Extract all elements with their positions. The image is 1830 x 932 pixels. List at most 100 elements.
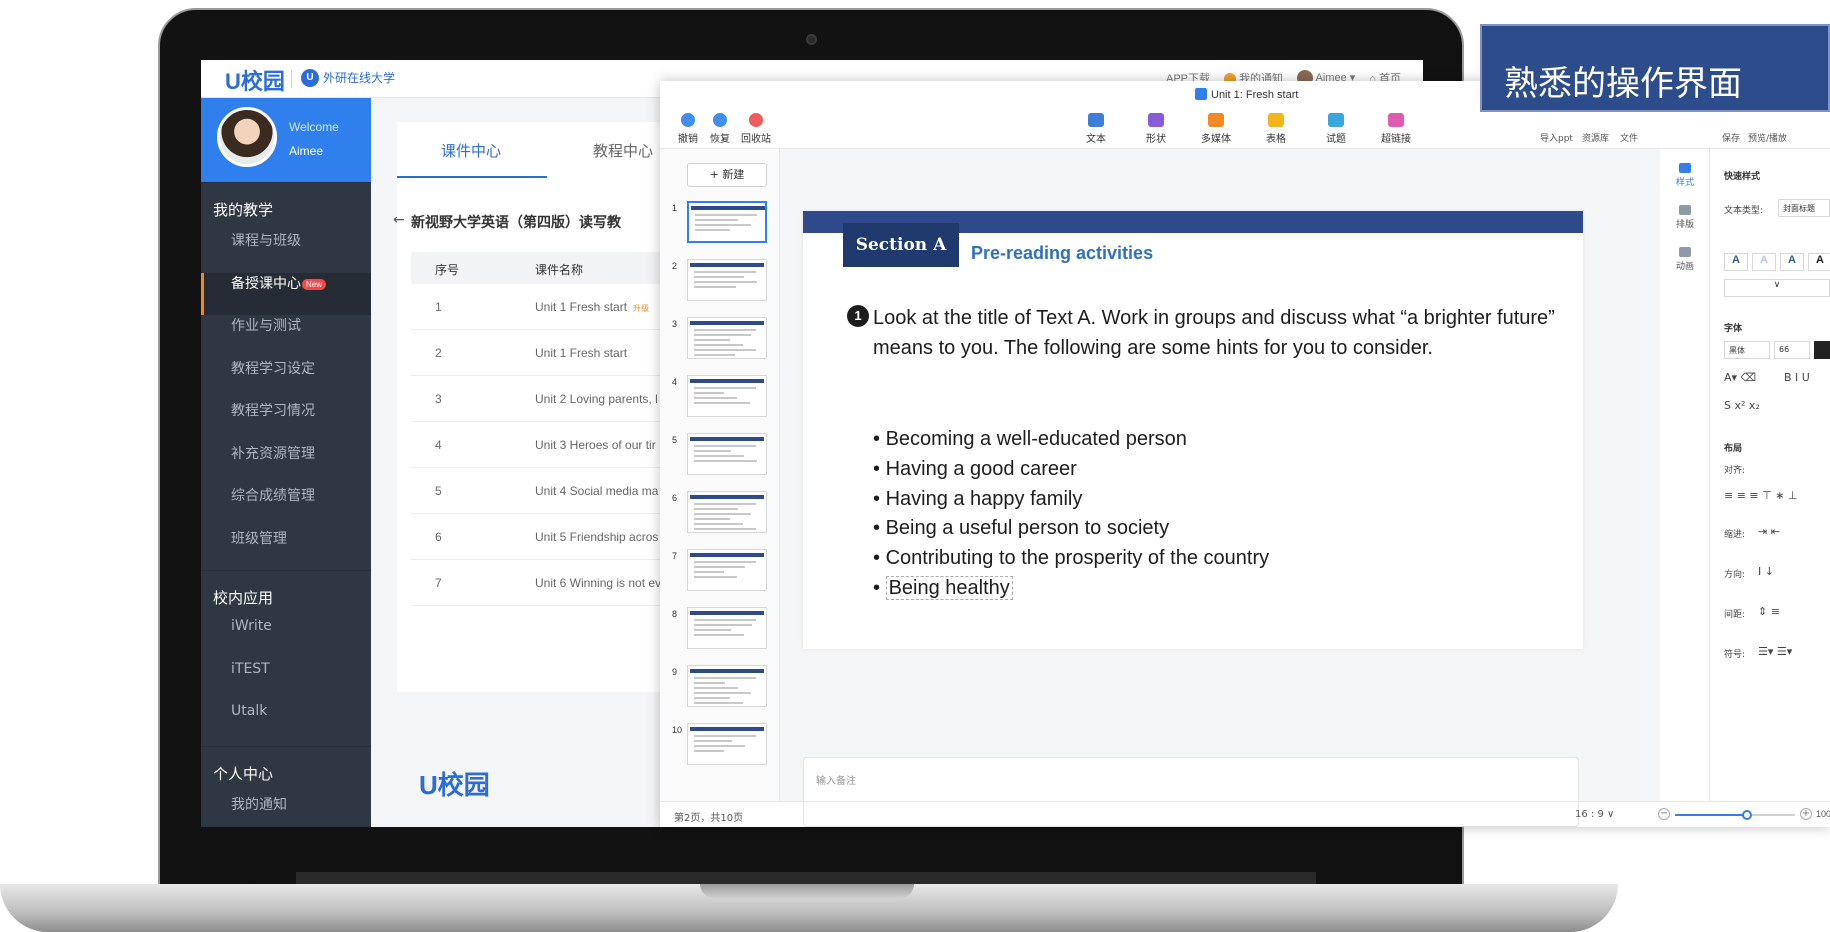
shape-icon <box>1148 113 1164 127</box>
layout-icon <box>1679 205 1691 215</box>
row-number: 7 <box>435 576 442 590</box>
font-color-swatch[interactable] <box>1814 341 1830 359</box>
resource-library-button[interactable]: 资源库 <box>1582 131 1609 144</box>
insert-hyperlink-button[interactable]: 超链接 <box>1376 113 1416 145</box>
sidebar-item-classes[interactable]: 班级管理 <box>201 528 371 571</box>
hint-list[interactable]: Becoming a well-educated person Having a… <box>873 425 1269 604</box>
profile-avatar[interactable] <box>217 107 277 167</box>
sidebar-item-lesson-prep[interactable]: 备授课中心 New <box>201 272 371 315</box>
row-courseware-name[interactable]: Unit 6 Winning is not ev <box>535 576 661 590</box>
slide-thumbnail[interactable] <box>687 607 767 649</box>
zoom-slider-handle[interactable] <box>1742 810 1752 820</box>
tab-style[interactable]: 样式 <box>1670 163 1700 188</box>
save-button[interactable]: 保存 <box>1722 131 1740 144</box>
aspect-ratio-select[interactable]: 16 : 9 ∨ <box>1575 809 1614 820</box>
row-courseware-name[interactable]: Unit 1 Fresh start <box>535 346 627 360</box>
footer-logo: U校园 <box>419 770 490 800</box>
sidebar-item-homework[interactable]: 作业与测试 <box>201 315 371 358</box>
courseware-name-text: Unit 2 Loving parents, l <box>535 392 658 406</box>
new-slide-button[interactable]: + 新建 <box>687 163 767 187</box>
recycle-bin-button[interactable]: 回收站 <box>736 113 776 145</box>
sidebar-item-grades[interactable]: 综合成绩管理 <box>201 485 371 528</box>
style-sample-2[interactable]: A <box>1752 253 1776 271</box>
slide-thumbnail[interactable] <box>687 259 767 301</box>
recycle-bin-label: 回收站 <box>741 134 771 145</box>
list-symbol-icons[interactable]: ☰▾ ☰▾ <box>1758 645 1792 658</box>
slide-thumbnail[interactable] <box>687 549 767 591</box>
slide-thumbnail[interactable] <box>687 491 767 533</box>
back-arrow-icon[interactable]: ← <box>393 212 405 228</box>
slide-thumbnail[interactable] <box>687 723 767 765</box>
sidebar-item-itest[interactable]: iTEST <box>201 661 371 704</box>
direction-icons[interactable]: I ↓ <box>1758 565 1774 578</box>
sidebar-item-study-settings[interactable]: 教程学习设定 <box>201 358 371 401</box>
font-size-stepper[interactable]: 66 <box>1774 341 1810 359</box>
thumbnail-header-bar <box>690 321 764 325</box>
col-number: 序号 <box>435 263 460 277</box>
style-sample-1[interactable]: A <box>1724 253 1748 271</box>
slide-thumbnail[interactable] <box>687 433 767 475</box>
insert-shape-label: 形状 <box>1146 134 1166 145</box>
slide-thumbnail[interactable] <box>687 201 767 243</box>
strikethrough-script-icons[interactable]: S x² x₂ <box>1724 399 1760 412</box>
sidebar-item-iwrite[interactable]: iWrite <box>201 618 371 661</box>
redo-button[interactable]: 恢复 <box>700 113 740 145</box>
row-courseware-name[interactable]: Unit 3 Heroes of our tir <box>535 438 656 452</box>
preview-button[interactable]: 预览/播放 <box>1748 131 1787 144</box>
thumbnail-text-line <box>694 286 736 288</box>
style-sample-4[interactable]: A <box>1808 253 1830 271</box>
row-courseware-name[interactable]: Unit 2 Loving parents, l <box>535 392 658 406</box>
nav-section-apps: 校内应用 <box>201 570 371 618</box>
indent-icons[interactable]: ⇥ ⇤ <box>1758 525 1780 538</box>
zoom-value: 100% <box>1816 809 1830 819</box>
row-courseware-name[interactable]: Unit 5 Friendship acros <box>535 530 658 544</box>
style-more-select[interactable]: ∨ <box>1724 279 1830 297</box>
insert-table-button[interactable]: 表格 <box>1256 113 1296 145</box>
zoom-slider[interactable] <box>1675 810 1795 820</box>
thumbnail-number: 2 <box>672 261 678 271</box>
zoom-in-icon[interactable]: + <box>1800 808 1812 820</box>
sidebar-item-notices[interactable]: 我的通知 <box>201 794 371 828</box>
bold-italic-underline-icons[interactable]: B I U <box>1784 371 1810 384</box>
courseware-name-text: Unit 4 Social media ma <box>535 484 659 498</box>
tab-layout[interactable]: 排版 <box>1670 205 1700 230</box>
laptop-notch <box>700 884 914 898</box>
import-ppt-button[interactable]: 导入ppt <box>1540 131 1573 144</box>
zoom-out-icon[interactable]: − <box>1658 808 1670 820</box>
ucampus-logo[interactable]: U校园 <box>225 64 285 96</box>
property-tabs: 样式 排版 动画 <box>1660 149 1710 801</box>
style-sample-3[interactable]: A <box>1780 253 1804 271</box>
slide-thumbnail[interactable] <box>687 375 767 417</box>
sidebar-item-study-status[interactable]: 教程学习情况 <box>201 400 371 443</box>
row-courseware-name[interactable]: Unit 1 Fresh start 升级 <box>535 300 649 314</box>
font-family-select[interactable]: 黑体 <box>1724 341 1770 359</box>
list-item-selected[interactable]: Being healthy <box>873 574 1269 604</box>
text-type-select[interactable]: 封面标题 <box>1778 199 1830 217</box>
stage: U校园 U 外研在线大学 APP下载 我的通知 Aimee ▾ ⌂ 首页 Wel… <box>0 0 1830 932</box>
sidebar-item-utalk[interactable]: Utalk <box>201 703 371 746</box>
question-text[interactable]: Look at the title of Text A. Work in gro… <box>873 303 1563 363</box>
selected-text-box[interactable]: Being healthy <box>885 575 1013 600</box>
insert-media-button[interactable]: 多媒体 <box>1196 113 1236 145</box>
font-color-icon[interactable]: A▾ ⌫ <box>1724 371 1756 384</box>
slide-subtitle[interactable]: Pre-reading activities <box>971 243 1153 264</box>
slide-thumbnail[interactable] <box>687 665 767 707</box>
insert-text-button[interactable]: 文本 <box>1076 113 1116 145</box>
file-menu-button[interactable]: 文件 <box>1620 131 1638 144</box>
tab-courseware[interactable]: 课件中心 <box>441 140 501 161</box>
section-label[interactable]: Section A <box>843 223 959 267</box>
row-number: 5 <box>435 484 442 498</box>
spacing-icons[interactable]: ⇕ ≡ <box>1758 605 1780 618</box>
thumbnail-text-line <box>694 692 751 694</box>
editor-status-bar: 第2页，共10页 16 : 9 ∨ − + 100% <box>660 801 1830 827</box>
row-courseware-name[interactable]: Unit 4 Social media ma <box>535 484 658 498</box>
sidebar-item-courses[interactable]: 课程与班级 <box>201 230 371 273</box>
slide-thumbnail[interactable] <box>687 317 767 359</box>
align-icons[interactable]: ≡ ≡ ≡ ⊤ ∗ ⊥ <box>1724 489 1798 502</box>
insert-question-button[interactable]: 试题 <box>1316 113 1356 145</box>
tab-animation[interactable]: 动画 <box>1670 247 1700 272</box>
sidebar-item-resources[interactable]: 补充资源管理 <box>201 443 371 486</box>
current-slide[interactable]: Section A Pre-reading activities 1 Look … <box>803 211 1583 649</box>
tab-textbook[interactable]: 教程中心 <box>593 140 653 161</box>
insert-shape-button[interactable]: 形状 <box>1136 113 1176 145</box>
